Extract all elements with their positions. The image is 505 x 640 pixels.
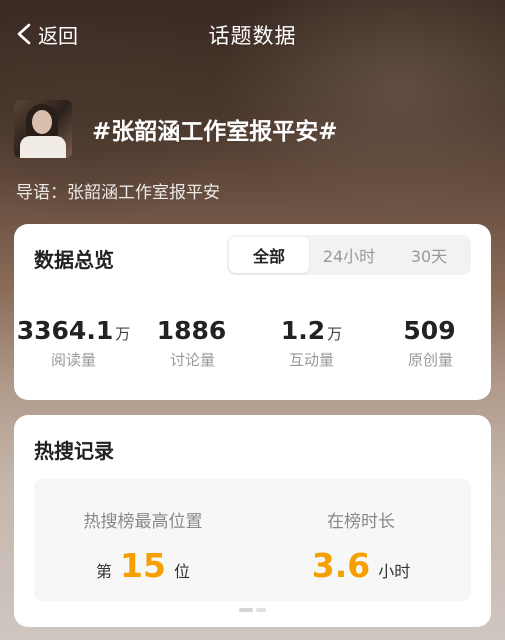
- topic-header: #张韶涵工作室报平安#: [14, 100, 338, 158]
- hot-search-panel: 热搜榜最高位置 第 15 位 在榜时长 3.6 小时: [34, 479, 471, 601]
- peak-prefix: 第: [96, 562, 113, 581]
- tab-24h[interactable]: 24小时: [309, 237, 389, 273]
- top-bar: 返回 话题数据: [0, 0, 505, 68]
- page-dot-active: [239, 608, 253, 612]
- overview-card: 数据总览 全部 24小时 30天 3364.1 万 阅读量 1886 讨论量 1.…: [14, 224, 491, 400]
- stat-unit: 万: [115, 325, 131, 343]
- peak-value: 15: [120, 546, 166, 585]
- stat-value: 509: [403, 316, 456, 345]
- stat-reads: 3364.1 万 阅读量: [14, 316, 133, 370]
- stat-value: 1.2: [280, 316, 326, 345]
- topic-intro: 导语：张韶涵工作室报平安: [16, 183, 220, 203]
- page-dot: [256, 608, 266, 612]
- peak-position: 热搜榜最高位置 第 15 位: [34, 507, 252, 585]
- stat-originals: 509 原创量: [371, 316, 490, 370]
- stat-label: 阅读量: [50, 351, 96, 369]
- tab-all[interactable]: 全部: [229, 237, 309, 273]
- stat-value: 1886: [156, 316, 227, 345]
- duration-value: 3.6: [311, 546, 371, 585]
- duration-unit: 小时: [378, 562, 411, 581]
- tab-30d[interactable]: 30天: [389, 237, 469, 273]
- stat-unit: 万: [327, 325, 343, 343]
- stat-label: 讨论量: [169, 351, 215, 369]
- peak-suffix: 位: [173, 562, 190, 581]
- duration-label: 在榜时长: [327, 512, 395, 532]
- hot-search-title: 热搜记录: [34, 439, 114, 463]
- stat-label: 互动量: [288, 351, 334, 369]
- hot-search-card: 热搜记录 热搜榜最高位置 第 15 位 在榜时长 3.6 小时: [14, 415, 491, 627]
- topic-hashtag: #张韶涵工作室报平安#: [92, 119, 338, 145]
- stat-discussions: 1886 讨论量: [133, 316, 252, 370]
- stat-value: 3364.1: [16, 316, 114, 345]
- topic-avatar[interactable]: [14, 100, 72, 158]
- overview-title: 数据总览: [34, 248, 114, 272]
- stats-row: 3364.1 万 阅读量 1886 讨论量 1.2 万 互动量 509 原创量: [14, 316, 491, 370]
- listing-duration: 在榜时长 3.6 小时: [252, 507, 470, 585]
- time-range-tabs: 全部 24小时 30天: [227, 235, 471, 275]
- stat-label: 原创量: [407, 351, 453, 369]
- peak-label: 热搜榜最高位置: [83, 512, 203, 532]
- page-indicator: [239, 608, 266, 612]
- page-title: 话题数据: [208, 24, 297, 48]
- stat-interactions: 1.2 万 互动量: [252, 316, 371, 370]
